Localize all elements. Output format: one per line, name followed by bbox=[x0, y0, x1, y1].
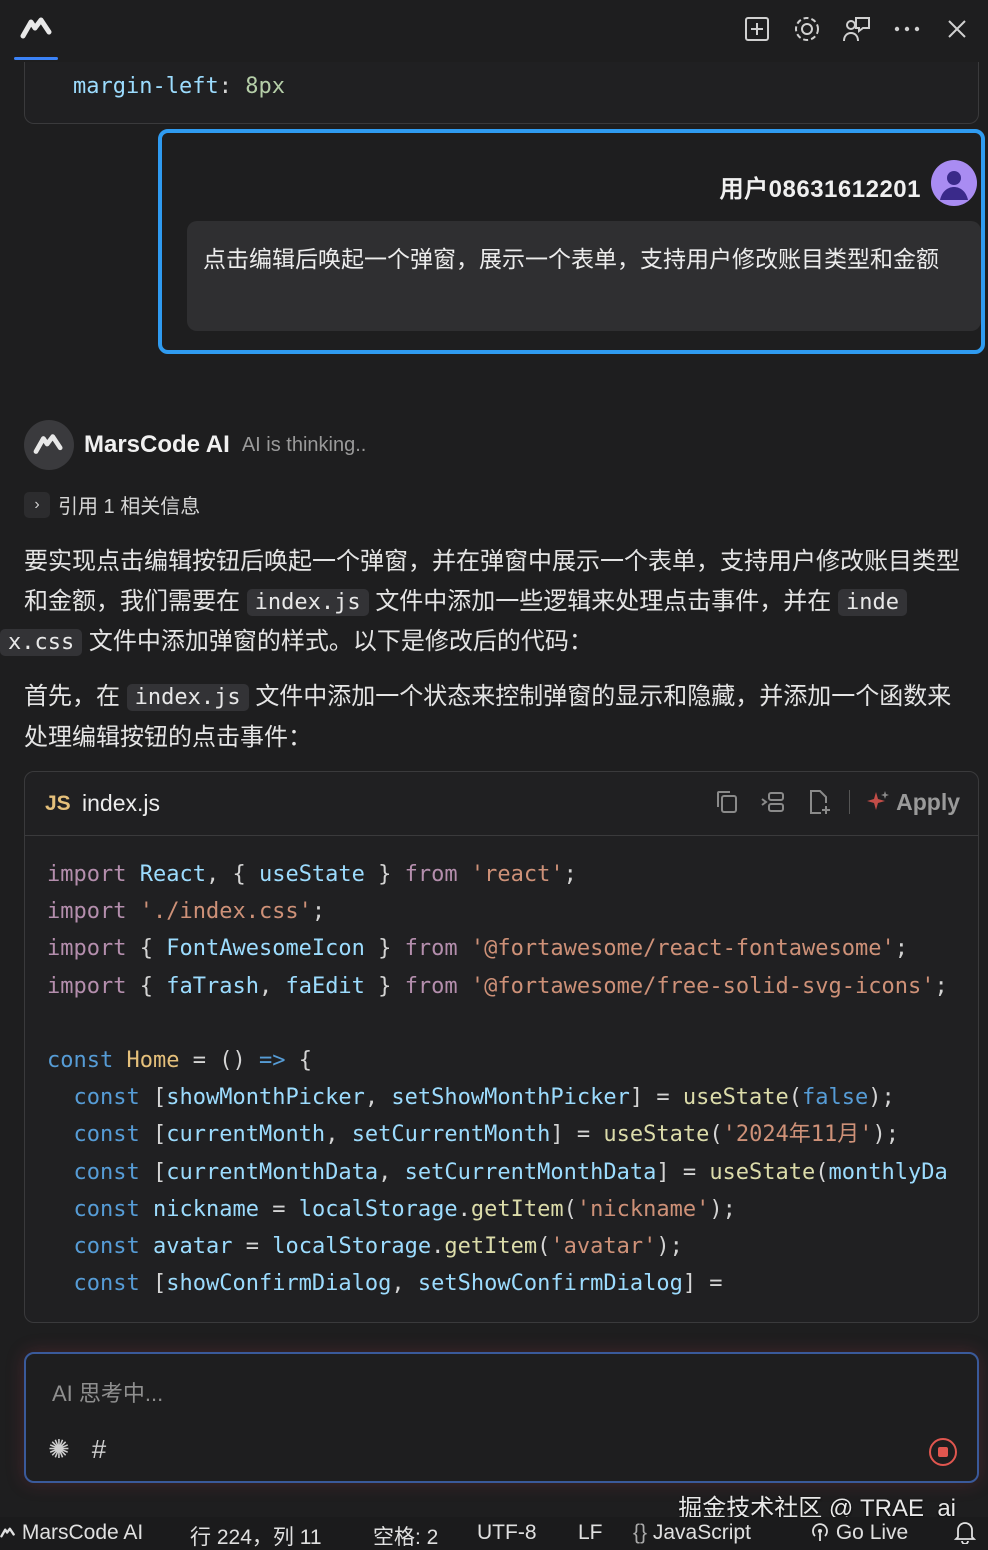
code-content: import React, { useState } from 'react';… bbox=[47, 856, 948, 1302]
hash-icon[interactable]: # bbox=[92, 1434, 106, 1465]
inline-code: x.css bbox=[0, 629, 83, 656]
ai-header: MarsCode AI AI is thinking.. bbox=[24, 420, 366, 470]
user-avatar bbox=[931, 160, 977, 206]
code-line: import React, { useState } from 'react'; bbox=[47, 862, 577, 887]
divider bbox=[849, 790, 851, 814]
code-file-name: index.js bbox=[82, 790, 160, 816]
statusbar-position[interactable]: 行 224，列 11 bbox=[190, 1521, 322, 1550]
user-message-text: 点击编辑后唤起一个弹窗，展示一个表单，支持用户修改账目类型和金额 bbox=[187, 221, 981, 331]
broadcast-icon bbox=[812, 1523, 828, 1541]
stop-button[interactable] bbox=[929, 1438, 957, 1466]
feedback-icon[interactable] bbox=[836, 10, 878, 48]
code-line: const [showMonthPicker, setShowMonthPick… bbox=[73, 1085, 895, 1111]
active-tab-indicator bbox=[14, 57, 58, 60]
inline-code: index.js bbox=[246, 588, 369, 616]
username: 用户08631612201 bbox=[719, 176, 921, 203]
close-icon[interactable] bbox=[936, 10, 978, 48]
statusbar-indent[interactable]: 空格: 2 bbox=[373, 1521, 438, 1550]
chevron-right-icon: › bbox=[24, 491, 50, 518]
statusbar-encoding[interactable]: UTF-8 bbox=[477, 1521, 537, 1545]
top-bar bbox=[0, 0, 988, 62]
marscode-logo bbox=[20, 17, 52, 39]
previous-code-line: margin-left: 8px bbox=[73, 74, 285, 99]
inline-code: index.js bbox=[126, 684, 249, 711]
code-line: const Home = () => { bbox=[47, 1048, 312, 1074]
bell-icon[interactable] bbox=[953, 1520, 977, 1550]
status-bar: MarsCode AI 行 224，列 11 空格: 2 UTF-8 LF {}… bbox=[0, 1517, 988, 1550]
ai-paragraph-1: 要实现点击编辑按钮后唤起一个弹窗，并在弹窗中展示一个表单，支持用户修改账目类型和… bbox=[0, 542, 969, 663]
code-block: JS index.js Apply import React, { useSta… bbox=[24, 771, 979, 1323]
apply-button[interactable]: Apply bbox=[864, 789, 960, 816]
statusbar-language[interactable]: {} JavaScript bbox=[633, 1521, 751, 1545]
code-line: import { FontAwesomeIcon } from '@fortaw… bbox=[47, 936, 908, 962]
new-chat-icon[interactable] bbox=[736, 10, 778, 48]
reference-toggle[interactable]: › 引用 1 相关信息 bbox=[24, 490, 200, 519]
ai-name: MarsCode AI bbox=[84, 431, 230, 458]
code-line: const [showConfirmDialog, setShowConfirm… bbox=[73, 1271, 723, 1297]
ai-paragraph-2: 首先，在 index.js 文件中添加一个状态来控制弹窗的显示和隐藏，并添加一个… bbox=[24, 683, 952, 751]
sparkle-tool-icon[interactable]: ✺ bbox=[48, 1434, 70, 1465]
code-line: import { faTrash, faEdit } from '@fortaw… bbox=[47, 973, 948, 999]
reference-label: 引用 1 相关信息 bbox=[58, 496, 201, 518]
code-line: const nickname = localStorage.getItem('n… bbox=[73, 1196, 736, 1222]
sparkle-icon bbox=[867, 791, 890, 810]
braces-icon: {} bbox=[633, 1521, 648, 1544]
previous-code-block: margin-left: 8px bbox=[24, 62, 979, 124]
statusbar-golive[interactable]: Go Live bbox=[810, 1521, 908, 1545]
code-line: const [currentMonth, setCurrentMonth] = … bbox=[73, 1122, 900, 1148]
ai-status: AI is thinking.. bbox=[241, 433, 367, 456]
code-line: const avatar = localStorage.getItem('ava… bbox=[73, 1234, 683, 1260]
user-message-card: 用户08631612201 点击编辑后唤起一个弹窗，展示一个表单，支持用户修改账… bbox=[158, 129, 985, 354]
chat-input-placeholder: AI 思考中... bbox=[52, 1381, 164, 1406]
more-icon[interactable] bbox=[886, 10, 928, 48]
gear-icon[interactable] bbox=[786, 10, 828, 48]
inline-code: inde bbox=[837, 588, 907, 616]
marscode-icon bbox=[0, 1527, 15, 1538]
ai-avatar bbox=[24, 420, 74, 470]
insert-icon[interactable] bbox=[757, 786, 789, 818]
new-file-icon[interactable] bbox=[803, 786, 835, 818]
statusbar-app[interactable]: MarsCode AI bbox=[0, 1521, 143, 1545]
code-block-header: JS index.js Apply bbox=[25, 772, 978, 836]
code-line: import './index.css'; bbox=[47, 899, 326, 925]
statusbar-eol[interactable]: LF bbox=[578, 1521, 603, 1545]
stop-icon bbox=[938, 1447, 948, 1457]
js-file-icon: JS bbox=[45, 792, 71, 815]
chat-input[interactable]: AI 思考中... ✺ # bbox=[24, 1352, 979, 1483]
copy-icon[interactable] bbox=[711, 786, 743, 818]
code-line: const [currentMonthData, setCurrentMonth… bbox=[73, 1159, 948, 1185]
